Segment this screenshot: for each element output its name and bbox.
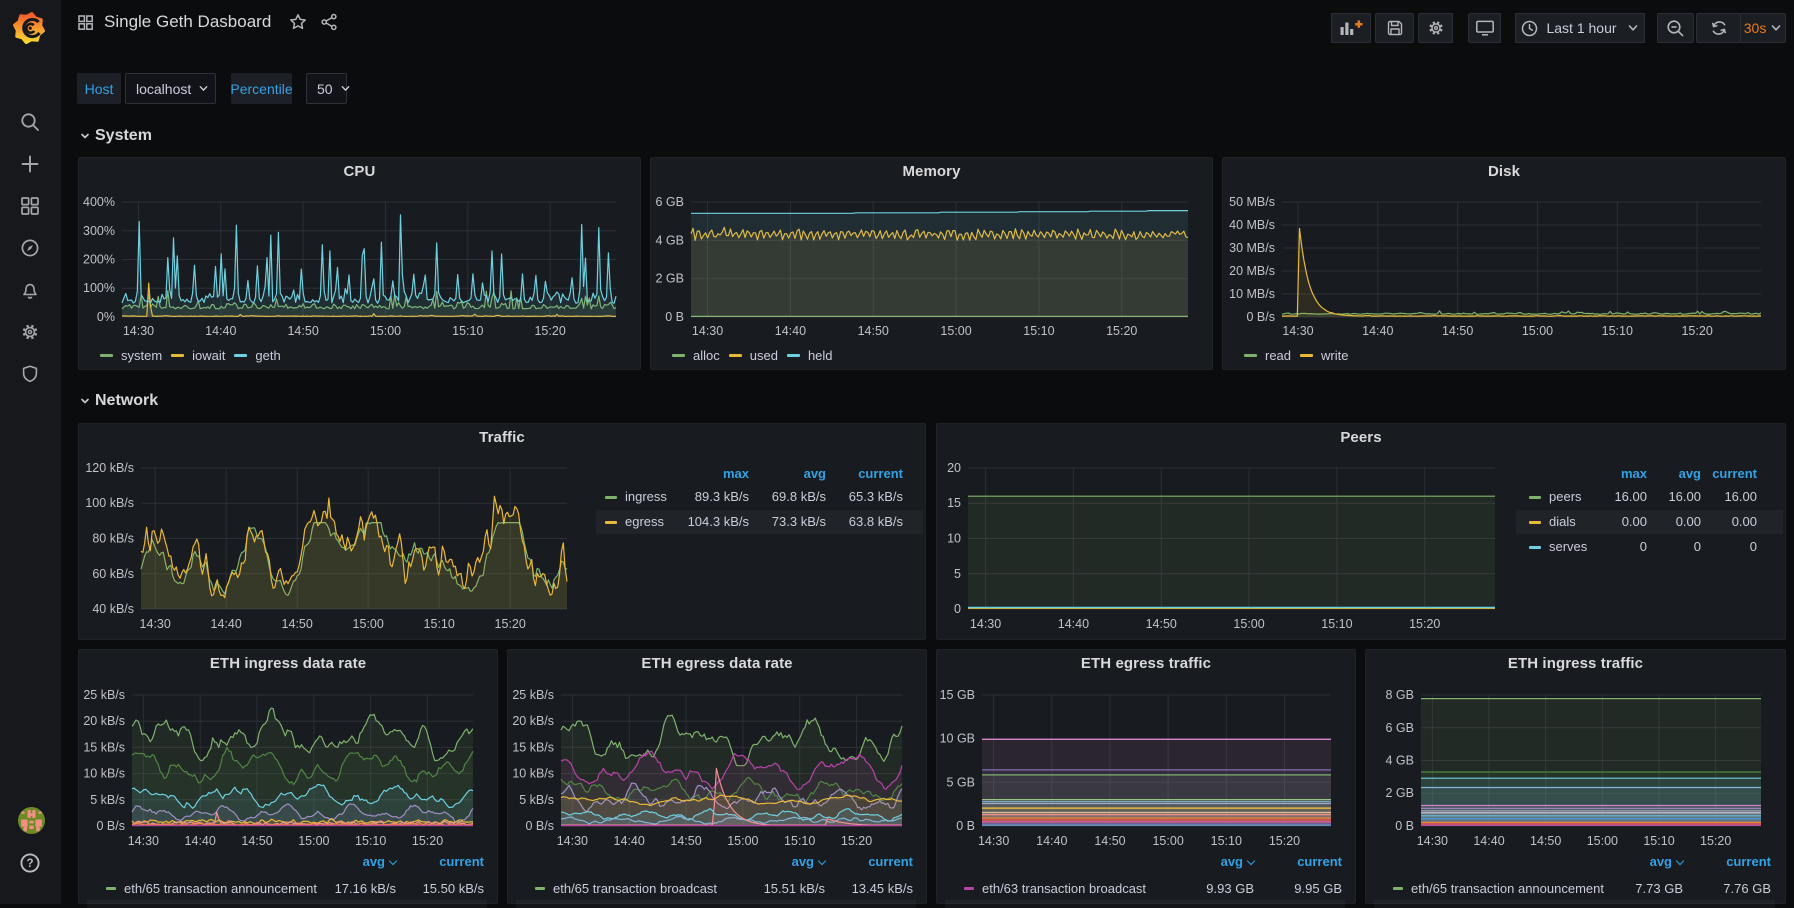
svg-text:14:40: 14:40 — [205, 324, 236, 338]
svg-text:14:50: 14:50 — [287, 324, 318, 338]
svg-text:14:30: 14:30 — [1282, 324, 1313, 338]
svg-text:15:20: 15:20 — [1106, 324, 1137, 338]
svg-text:0%: 0% — [97, 310, 115, 324]
svg-text:4 GB: 4 GB — [656, 233, 685, 247]
svg-text:10 MB/s: 10 MB/s — [1229, 287, 1275, 301]
svg-text:?: ? — [26, 858, 33, 870]
svg-text:15:00: 15:00 — [940, 324, 971, 338]
svg-text:15:20: 15:20 — [1681, 324, 1712, 338]
svg-text:15:10: 15:10 — [452, 324, 483, 338]
svg-text:15:00: 15:00 — [370, 324, 401, 338]
svg-text:15:10: 15:10 — [1023, 324, 1054, 338]
svg-text:14:30: 14:30 — [123, 324, 154, 338]
svg-text:14:40: 14:40 — [1362, 324, 1393, 338]
svg-text:40 MB/s: 40 MB/s — [1229, 218, 1275, 232]
svg-text:400%: 400% — [83, 195, 115, 209]
svg-text:50 MB/s: 50 MB/s — [1229, 195, 1275, 209]
svg-text:0 B/s: 0 B/s — [1247, 310, 1276, 324]
svg-text:300%: 300% — [83, 224, 115, 238]
svg-text:2 GB: 2 GB — [656, 272, 685, 286]
svg-text:20 MB/s: 20 MB/s — [1229, 264, 1275, 278]
svg-text:15:10: 15:10 — [1602, 324, 1633, 338]
svg-text:14:50: 14:50 — [1442, 324, 1473, 338]
svg-text:15:00: 15:00 — [1522, 324, 1553, 338]
svg-text:14:30: 14:30 — [692, 324, 723, 338]
svg-text:0 B: 0 B — [665, 310, 684, 324]
svg-text:200%: 200% — [83, 253, 115, 267]
svg-text:100%: 100% — [83, 281, 115, 295]
svg-text:6 GB: 6 GB — [656, 195, 685, 209]
svg-text:14:50: 14:50 — [858, 324, 889, 338]
svg-text:30 MB/s: 30 MB/s — [1229, 241, 1275, 255]
svg-text:14:40: 14:40 — [775, 324, 806, 338]
svg-text:15:20: 15:20 — [534, 324, 565, 338]
